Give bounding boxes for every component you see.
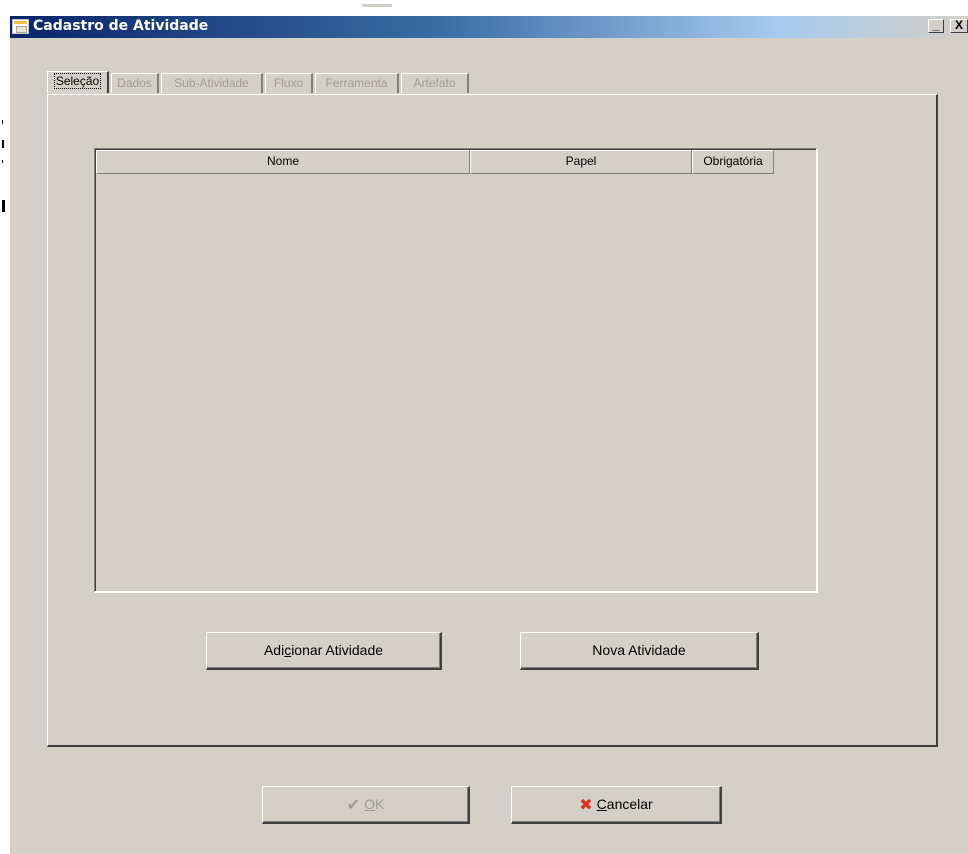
window-title: Cadastro de Atividade — [33, 18, 209, 34]
window-icon — [12, 19, 29, 34]
background-fragment — [2, 140, 4, 148]
tab-artefato[interactable]: Artefato — [401, 73, 469, 93]
minimize-button[interactable]: _ — [928, 19, 944, 33]
background-fragment — [362, 4, 392, 7]
tab-fluxo[interactable]: Fluxo — [265, 73, 313, 93]
title-bar[interactable]: Cadastro de Atividade _ X — [10, 16, 968, 38]
check-icon: ✔ — [346, 797, 361, 814]
tab-ferramenta[interactable]: Ferramenta — [315, 73, 399, 93]
tab-selecao[interactable]: Seleção — [47, 71, 109, 93]
column-header-papel[interactable]: Papel — [470, 150, 692, 174]
tab-sub-atividade[interactable]: Sub-Atividade — [161, 73, 263, 93]
ok-button[interactable]: ✔ OK — [262, 786, 470, 824]
grid-body[interactable]: Nome Papel Obrigatória — [95, 149, 816, 591]
dialog-window: Cadastro de Atividade _ X Seleção Dados … — [10, 16, 968, 854]
tab-dados[interactable]: Dados — [111, 73, 159, 93]
cancel-button[interactable]: ✖ Cancelar — [511, 786, 722, 824]
add-activity-button[interactable]: Adicionar Atividade — [206, 632, 442, 670]
activity-grid[interactable]: Nome Papel Obrigatória — [94, 148, 818, 593]
red-x-icon: ✖ — [579, 797, 593, 814]
close-button[interactable]: X — [950, 19, 968, 33]
column-header-obrigatoria[interactable]: Obrigatória — [692, 150, 774, 174]
background-fragment — [2, 120, 3, 124]
background-fragment — [2, 160, 3, 163]
new-activity-button[interactable]: Nova Atividade — [520, 632, 759, 670]
background-fragment — [2, 200, 5, 212]
column-header-nome[interactable]: Nome — [96, 150, 470, 174]
